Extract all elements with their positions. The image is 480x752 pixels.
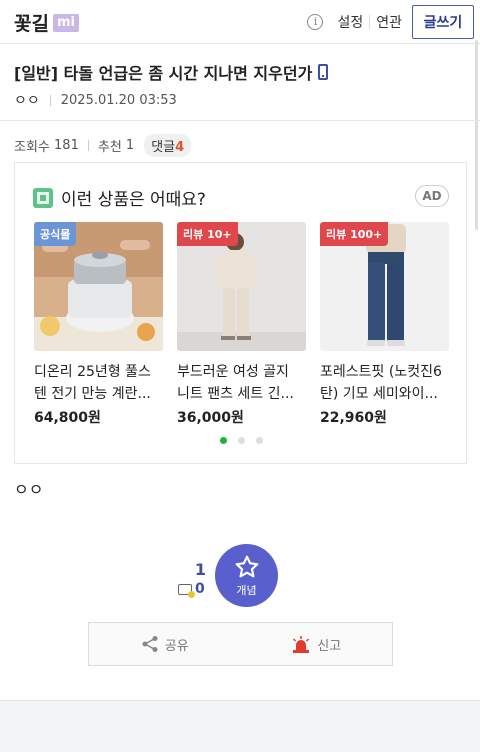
- write-button[interactable]: 글쓰기: [412, 5, 474, 39]
- carousel-dot[interactable]: [238, 437, 245, 444]
- mobile-icon: [318, 64, 329, 80]
- info-icon[interactable]: i: [307, 14, 324, 30]
- logo-badge: mi: [52, 13, 79, 32]
- site-logo[interactable]: 꽃길 mi: [14, 9, 79, 36]
- downvote-count: 0: [195, 581, 205, 597]
- product-card[interactable]: 리뷰 100+ 포레스트핏 (노컷진6탄) 기모 세미와이... 22,960원: [320, 222, 449, 427]
- product-price: 36,000원: [177, 410, 244, 426]
- related-link[interactable]: 연관: [372, 12, 406, 32]
- post-stats: 조회수 181 추천 1 댓글4: [14, 134, 192, 157]
- product-card[interactable]: 공식몰 디온리 25년형 풀스텐 전기 만능 계란... 64,800원: [34, 222, 163, 427]
- product-name[interactable]: 디온리 25년형 풀스텐 전기 만능 계란...: [34, 361, 163, 405]
- comments-label: 댓글: [151, 140, 176, 155]
- divider: [87, 140, 89, 151]
- divider: [369, 15, 371, 29]
- views-count: 181: [54, 138, 79, 153]
- post-title: [일반] 타돌 언급은 좀 시간 지나면 지우던가: [14, 60, 329, 84]
- scrollbar[interactable]: [475, 40, 478, 230]
- share-label: 공유: [164, 638, 189, 654]
- product-card[interactable]: 리뷰 10+ 부드러운 여성 골지 니트 팬츠 세트 긴... 36,000원: [177, 222, 306, 427]
- product-price: 64,800원: [34, 410, 101, 426]
- action-bar: 공유 신고: [88, 622, 393, 666]
- comments-count: 4: [175, 140, 185, 155]
- post-meta: ㅇㅇ 2025.01.20 03:53: [14, 90, 177, 110]
- divider: [49, 94, 51, 106]
- top-actions: i 설정 연관 글쓰기: [307, 4, 474, 40]
- share-icon: [142, 636, 158, 652]
- ad-tag[interactable]: AD: [415, 185, 449, 207]
- ad-heading: 이런 상품은 어때요?: [33, 185, 206, 210]
- comments-badge[interactable]: 댓글4: [144, 134, 192, 157]
- downvote-icon: [178, 583, 195, 598]
- settings-link[interactable]: 설정: [333, 12, 367, 32]
- vote-area: 1 0 개념: [178, 544, 280, 608]
- top-bar: 꽃길 mi i 설정 연관 글쓰기: [0, 0, 480, 44]
- recommend-count: 1: [125, 138, 135, 153]
- post-datetime: 2025.01.20 03:53: [60, 92, 177, 108]
- product-list: 공식몰 디온리 25년형 풀스텐 전기 만능 계란... 64,800원 리뷰 …: [34, 222, 449, 427]
- product-name[interactable]: 포레스트핏 (노컷진6탄) 기모 세미와이...: [320, 361, 449, 405]
- share-button[interactable]: 공유: [89, 623, 241, 665]
- product-image[interactable]: 공식몰: [34, 222, 163, 351]
- views-label: 조회수: [14, 140, 50, 155]
- ad-box: 이런 상품은 어때요? AD 공식몰 디온리 25년형 풀스텐 전기 만능 계란…: [14, 162, 467, 464]
- footer-area: [0, 700, 480, 752]
- product-badge: 리뷰 100+: [320, 222, 389, 246]
- recommend-label: 추천: [97, 140, 122, 155]
- star-icon: [235, 555, 258, 577]
- report-label: 신고: [317, 638, 342, 654]
- upvote-label: 개념: [236, 583, 257, 597]
- carousel-dot[interactable]: [256, 437, 263, 444]
- upvote-button[interactable]: 개념: [215, 544, 278, 607]
- carousel-dot-active[interactable]: [220, 437, 227, 444]
- product-image[interactable]: 리뷰 10+: [177, 222, 306, 351]
- siren-icon: [293, 636, 310, 653]
- divider: [0, 120, 480, 121]
- post-title-text: [일반] 타돌 언급은 좀 시간 지나면 지우던가: [14, 64, 313, 83]
- author-name[interactable]: ㅇㅇ: [14, 90, 40, 110]
- product-name[interactable]: 부드러운 여성 골지 니트 팬츠 세트 긴...: [177, 361, 306, 405]
- shopping-icon: [33, 187, 53, 208]
- product-image[interactable]: 리뷰 100+: [320, 222, 449, 351]
- ad-heading-text: 이런 상품은 어때요?: [61, 190, 206, 210]
- downvote[interactable]: 0: [178, 581, 205, 598]
- carousel-dots: [220, 437, 263, 444]
- product-badge: 리뷰 10+: [177, 222, 238, 246]
- report-button[interactable]: 신고: [241, 623, 393, 665]
- upvote-count: 1: [194, 560, 206, 579]
- post-body: ㅇㅇ: [14, 480, 44, 499]
- product-badge: 공식몰: [34, 222, 77, 246]
- product-price: 22,960원: [320, 410, 387, 426]
- logo-text: 꽃길: [14, 13, 49, 35]
